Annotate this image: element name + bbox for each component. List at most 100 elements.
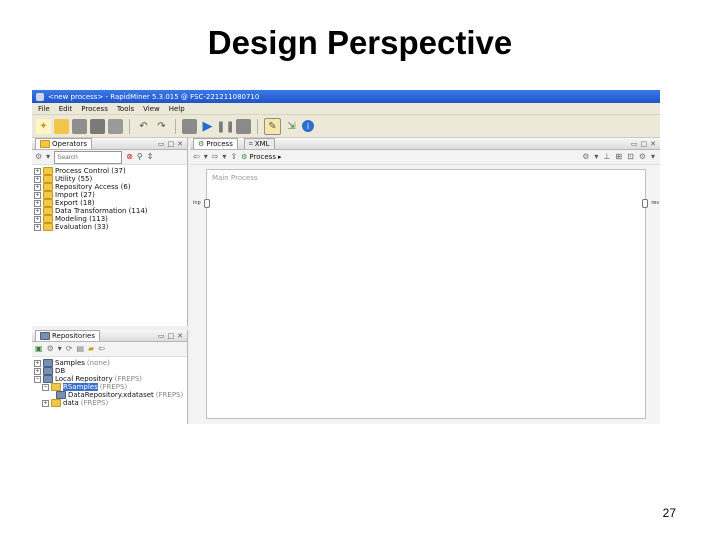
list-item[interactable]: + Repository Access (6) (34, 183, 187, 191)
breadcrumb[interactable]: ⚙ Process ▸ (241, 153, 281, 161)
expand-icon: + (34, 223, 41, 231)
expand-icon: + (34, 367, 41, 375)
minimize-icon[interactable]: ▭ (158, 332, 165, 340)
pause-icon[interactable]: ❚❚ (216, 119, 234, 134)
maximize-icon[interactable]: □ (641, 140, 648, 148)
list-item[interactable]: + data (FREPS) (34, 399, 187, 407)
process-tab-icon: ⚙ (198, 140, 205, 148)
list-item[interactable]: − Local Repository (FREPS) (34, 375, 187, 383)
operators-icon (40, 140, 50, 148)
back-arrow-icon[interactable]: ⇦ (193, 153, 200, 161)
dropdown-arrow-icon[interactable]: ▾ (594, 153, 598, 161)
dropdown-arrow-icon[interactable]: ▾ (46, 153, 50, 161)
store-icon[interactable]: ▤ (76, 345, 84, 353)
tab-repositories-label: Repositories (52, 332, 95, 340)
save-as-icon[interactable] (90, 118, 105, 134)
dropdown-arrow-icon[interactable]: ▾ (222, 153, 226, 161)
minimize-icon[interactable]: ▭ (158, 140, 165, 148)
arrange-icon[interactable]: ⊡ (627, 153, 634, 161)
breadcrumb-process[interactable]: Process (249, 153, 276, 161)
minimize-icon[interactable]: ▭ (631, 140, 638, 148)
close-icon[interactable]: ✕ (650, 140, 656, 148)
settings-icon[interactable]: ⚙ (47, 345, 54, 353)
list-item[interactable]: + Evaluation (33) (34, 223, 187, 231)
repository-icon (43, 359, 53, 367)
menu-bar: File Edit Process Tools View Help (32, 103, 660, 115)
right-result-port[interactable] (642, 199, 648, 208)
list-item[interactable]: − RSamples (FREPS) (34, 383, 187, 391)
list-item[interactable]: + DB (34, 367, 187, 375)
up-arrow-icon[interactable]: ⇧ (230, 153, 237, 161)
print-icon[interactable] (108, 118, 123, 134)
open-folder-icon[interactable]: ▰ (88, 345, 94, 353)
undo-icon[interactable]: ↶ (136, 119, 151, 134)
perspective-design-icon[interactable]: ✎ (264, 117, 281, 135)
expand-icon: + (34, 175, 41, 183)
repositories-tab-header: Repositories ▭ □ ✕ (32, 330, 187, 342)
menu-help[interactable]: Help (169, 105, 185, 113)
tab-operators-label: Operators (52, 140, 87, 148)
expand-all-icon[interactable]: ⇕ (147, 153, 154, 161)
operator-search-input[interactable] (54, 150, 123, 164)
menu-view[interactable]: View (143, 105, 160, 113)
clear-search-icon[interactable]: ⊗ (126, 153, 133, 161)
settings-icon[interactable]: ⚙ (639, 153, 646, 161)
run-icon[interactable]: ▶ (200, 119, 215, 134)
repository-icon (43, 375, 53, 383)
help-icon[interactable]: i (302, 120, 314, 132)
list-item[interactable]: + Modeling (113) (34, 215, 187, 223)
list-item[interactable]: + Utility (55) (34, 175, 187, 183)
left-input-port[interactable] (204, 199, 210, 208)
add-breakpoint-icon[interactable]: ⊥ (603, 153, 610, 161)
process-panel: ⚙ Process ⌗ XML ▭ □ ✕ ⇦ ▾ ⇨ ▾ ⇧ ⚙ Proces… (190, 138, 660, 424)
redo-icon[interactable]: ↷ (154, 119, 169, 134)
close-icon[interactable]: ✕ (177, 332, 183, 340)
expand-icon: + (34, 167, 41, 175)
tab-process[interactable]: ⚙ Process (193, 138, 238, 149)
maximize-icon[interactable]: □ (168, 332, 175, 340)
save-icon[interactable] (72, 118, 87, 134)
add-repository-icon[interactable]: ▣ (35, 345, 43, 353)
close-icon[interactable]: ✕ (177, 140, 183, 148)
auto-fit-icon[interactable]: ⊞ (615, 153, 622, 161)
filter-icon[interactable]: ⚲ (137, 153, 143, 161)
operators-toolbar: ⚙ ▾ ⊗ ⚲ ⇕ (32, 150, 187, 165)
refresh-icon[interactable]: ⟳ (66, 345, 73, 353)
forward-arrow-icon[interactable]: ⇨ (212, 153, 219, 161)
stop-icon[interactable] (236, 118, 251, 134)
operators-tree: + Process Control (37) + Utility (55) + Rep… (32, 165, 187, 231)
menu-process[interactable]: Process (81, 105, 108, 113)
tab-repositories[interactable]: Repositories (35, 330, 100, 341)
open-icon[interactable] (54, 118, 69, 134)
dropdown-arrow-icon[interactable]: ▾ (58, 345, 62, 353)
right-port-label: res (651, 200, 659, 206)
new-process-icon[interactable]: ✦ (36, 118, 51, 134)
maximize-icon[interactable]: □ (168, 140, 175, 148)
menu-file[interactable]: File (38, 105, 50, 113)
list-item[interactable]: + Import (27) (34, 191, 187, 199)
list-item[interactable]: + Samples (none) (34, 359, 187, 367)
tab-xml[interactable]: ⌗ XML (243, 138, 275, 149)
back-arrow-icon[interactable]: ⇦ (98, 345, 105, 353)
dropdown-arrow-icon[interactable]: ▾ (651, 153, 655, 161)
canvas-title: Main Process (212, 174, 258, 182)
folder-icon (51, 383, 61, 391)
app-icon (36, 92, 44, 101)
auto-wire-icon[interactable]: ⚙ (582, 153, 589, 161)
expand-icon: + (42, 399, 49, 407)
folder-icon (43, 183, 53, 191)
import-icon[interactable] (182, 118, 197, 134)
list-item[interactable]: + Process Control (37) (34, 167, 187, 175)
tab-operators[interactable]: Operators (35, 138, 92, 149)
menu-edit[interactable]: Edit (59, 105, 73, 113)
perspective-results-icon[interactable]: ⇲ (284, 119, 299, 134)
menu-tools[interactable]: Tools (117, 105, 134, 113)
list-item[interactable]: DataRepository.xdataset (FREPS) (34, 391, 187, 399)
dropdown-arrow-icon[interactable]: ▾ (204, 153, 208, 161)
dataset-icon (56, 391, 66, 399)
list-item[interactable]: + Data Transformation (114) (34, 207, 187, 215)
folder-icon (43, 167, 53, 175)
new-building-block-icon[interactable]: ⚙ (35, 153, 42, 161)
list-item[interactable]: + Export (18) (34, 199, 187, 207)
process-canvas[interactable]: Main Process inp res (193, 169, 659, 419)
